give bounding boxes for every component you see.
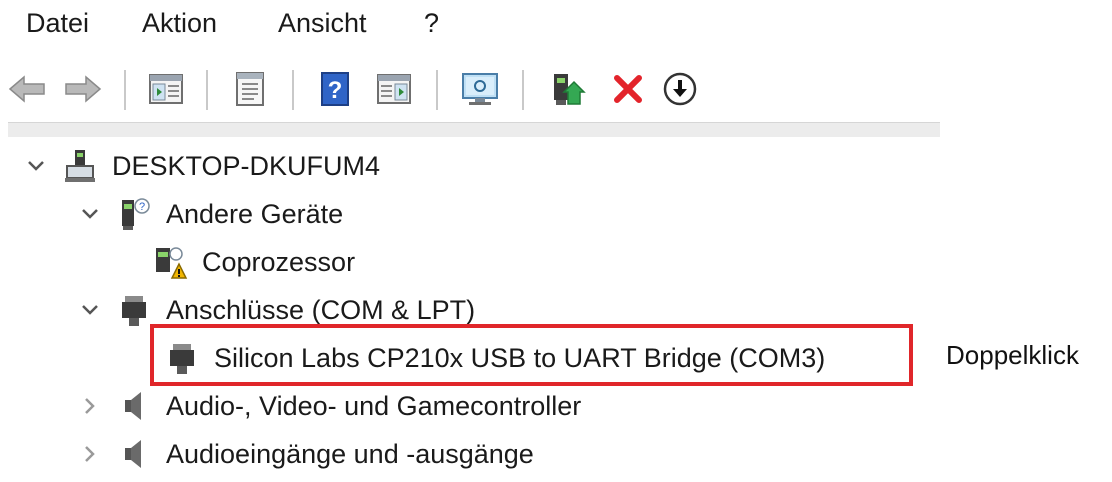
update-driver-icon xyxy=(554,74,586,105)
tree-node-audio-video[interactable]: Audio-, Video- und Gamecontroller xyxy=(80,384,581,428)
port-icon xyxy=(116,292,152,328)
toolbar-separator xyxy=(436,70,438,110)
toolbar-divider xyxy=(8,122,940,137)
svg-text:?: ? xyxy=(139,201,145,213)
highlight-box xyxy=(150,324,913,386)
download-circle-icon xyxy=(663,72,697,106)
chevron-right-icon[interactable] xyxy=(80,444,100,464)
uninstall-x-icon xyxy=(614,75,642,103)
properties-panel-icon xyxy=(149,74,183,104)
menu-help[interactable]: ? xyxy=(424,8,439,39)
tree-node-label: Anschlüsse (COM & LPT) xyxy=(166,294,476,325)
properties-button[interactable] xyxy=(230,68,270,110)
chevron-right-icon[interactable] xyxy=(80,396,100,416)
tree-node-label: Audio-, Video- und Gamecontroller xyxy=(166,390,582,421)
menu-datei[interactable]: Datei xyxy=(26,8,89,39)
callout-doppelklick: Doppelklick xyxy=(946,340,1079,370)
tree-node-label: Audioeingänge und -ausgänge xyxy=(166,438,534,469)
help-button[interactable]: ? xyxy=(316,68,356,110)
computer-icon xyxy=(62,148,98,184)
uninstall-button[interactable] xyxy=(608,68,648,110)
tree-node-label: Andere Geräte xyxy=(166,198,344,229)
properties-panel-button[interactable] xyxy=(146,68,186,110)
tree-node-andere-geraete[interactable]: ? Andere Geräte xyxy=(80,192,343,236)
forward-arrow-icon xyxy=(65,75,102,103)
toolbar-separator xyxy=(522,70,524,110)
svg-text:?: ? xyxy=(328,77,343,104)
toolbar-separator xyxy=(292,70,294,110)
tree-node-coprozessor[interactable]: Coprozessor xyxy=(116,240,355,284)
chevron-down-icon[interactable] xyxy=(26,156,46,176)
monitor-icon xyxy=(462,73,498,105)
scan-hardware-button[interactable] xyxy=(460,68,500,110)
tree-root[interactable]: DESKTOP-DKUFUM4 xyxy=(26,144,380,188)
warning-device-icon xyxy=(152,244,188,280)
document-icon xyxy=(236,72,264,106)
tree-node-audio-io[interactable]: Audioeingänge und -ausgänge xyxy=(80,432,534,476)
download-button[interactable] xyxy=(660,68,700,110)
action-panel-icon xyxy=(377,74,411,104)
chevron-down-icon[interactable] xyxy=(80,300,100,320)
update-driver-button[interactable] xyxy=(548,68,588,110)
chevron-down-icon[interactable] xyxy=(80,204,100,224)
unknown-device-icon: ? xyxy=(116,196,152,232)
menu-ansicht[interactable]: Ansicht xyxy=(278,8,367,39)
back-arrow-icon xyxy=(8,75,45,103)
speaker-icon xyxy=(116,436,152,472)
toolbar-separator xyxy=(124,70,126,110)
help-icon: ? xyxy=(321,72,349,106)
menu-bar: Datei Aktion Ansicht ? xyxy=(0,0,940,50)
back-button[interactable] xyxy=(8,68,48,110)
menu-aktion[interactable]: Aktion xyxy=(142,8,217,39)
action-panel-button[interactable] xyxy=(374,68,414,110)
tree-node-label: Coprozessor xyxy=(202,246,356,277)
toolbar-separator xyxy=(206,70,208,110)
forward-button[interactable] xyxy=(62,68,102,110)
toolbar: ? xyxy=(0,58,940,122)
speaker-icon xyxy=(116,388,152,424)
tree-root-label: DESKTOP-DKUFUM4 xyxy=(112,150,381,181)
